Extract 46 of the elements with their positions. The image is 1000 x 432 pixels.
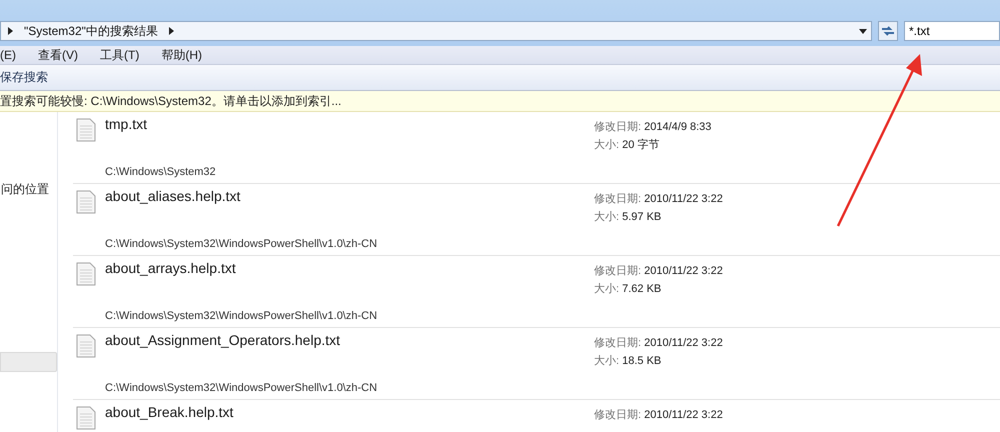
file-name[interactable]: about_Assignment_Operators.help.txt xyxy=(105,332,594,348)
field-value: 2010/11/22 3:22 xyxy=(644,337,723,349)
save-search-button[interactable]: 保存搜索 xyxy=(0,69,52,86)
file-name[interactable]: about_Break.help.txt xyxy=(105,404,594,420)
file-path: C:\Windows\System32 xyxy=(105,166,217,178)
file-path: C:\Windows\System32\WindowsPowerShell\v1.0\zh-CN xyxy=(105,238,378,250)
chevron-icon[interactable] xyxy=(168,27,175,35)
file-path: C:\Windows\System32\WindowsPowerShell\v1.0\zh-CN xyxy=(105,310,378,322)
text-file-icon xyxy=(76,262,96,286)
field-label: 大小: xyxy=(594,139,620,151)
text-file-icon xyxy=(76,118,96,142)
field-label: 大小: xyxy=(594,355,620,367)
breadcrumb-item[interactable]: "System32"中的搜索结果 xyxy=(24,22,158,40)
search-field[interactable]: *.txt xyxy=(904,21,1000,41)
field-value: 7.62 KB xyxy=(622,283,662,295)
text-file-icon xyxy=(76,334,96,358)
field-label: 修改日期: xyxy=(594,121,642,133)
field-value: 2010/11/22 3:22 xyxy=(644,193,723,205)
file-name[interactable]: tmp.txt xyxy=(105,116,594,132)
field-value: 5.97 KB xyxy=(622,211,662,223)
field-value: 18.5 KB xyxy=(622,355,662,367)
dropdown-icon[interactable] xyxy=(859,28,867,34)
menu-item[interactable]: 帮助(H) xyxy=(161,46,202,64)
menu-item[interactable]: (E) xyxy=(0,48,16,62)
text-file-icon xyxy=(76,406,96,430)
refresh-button[interactable] xyxy=(878,21,898,41)
file-name[interactable]: about_arrays.help.txt xyxy=(105,260,594,276)
field-label: 修改日期: xyxy=(594,265,642,277)
chevron-icon[interactable] xyxy=(7,27,14,35)
field-value: 20 字节 xyxy=(622,139,660,151)
menu-item[interactable]: 工具(T) xyxy=(100,46,140,64)
field-value: 2014/4/9 8:33 xyxy=(644,121,712,133)
field-value: 2010/11/22 3:22 xyxy=(644,265,723,277)
address-bar[interactable]: "System32"中的搜索结果 xyxy=(0,21,872,41)
file-path: C:\Windows\System32\WindowsPowerShell\v1.0\zh-CN xyxy=(105,382,378,394)
field-label: 修改日期: xyxy=(594,409,642,421)
nav-item[interactable]: 问的位置 xyxy=(0,179,57,199)
file-name[interactable]: about_aliases.help.txt xyxy=(105,188,594,204)
field-label: 修改日期: xyxy=(594,193,642,205)
refresh-icon[interactable] xyxy=(881,25,895,37)
field-label: 大小: xyxy=(594,211,620,223)
field-label: 大小: xyxy=(594,283,620,295)
field-value: 2010/11/22 3:22 xyxy=(644,409,723,421)
menu-item[interactable]: 查看(V) xyxy=(38,46,78,64)
field-label: 修改日期: xyxy=(594,337,642,349)
text-file-icon xyxy=(76,190,96,214)
